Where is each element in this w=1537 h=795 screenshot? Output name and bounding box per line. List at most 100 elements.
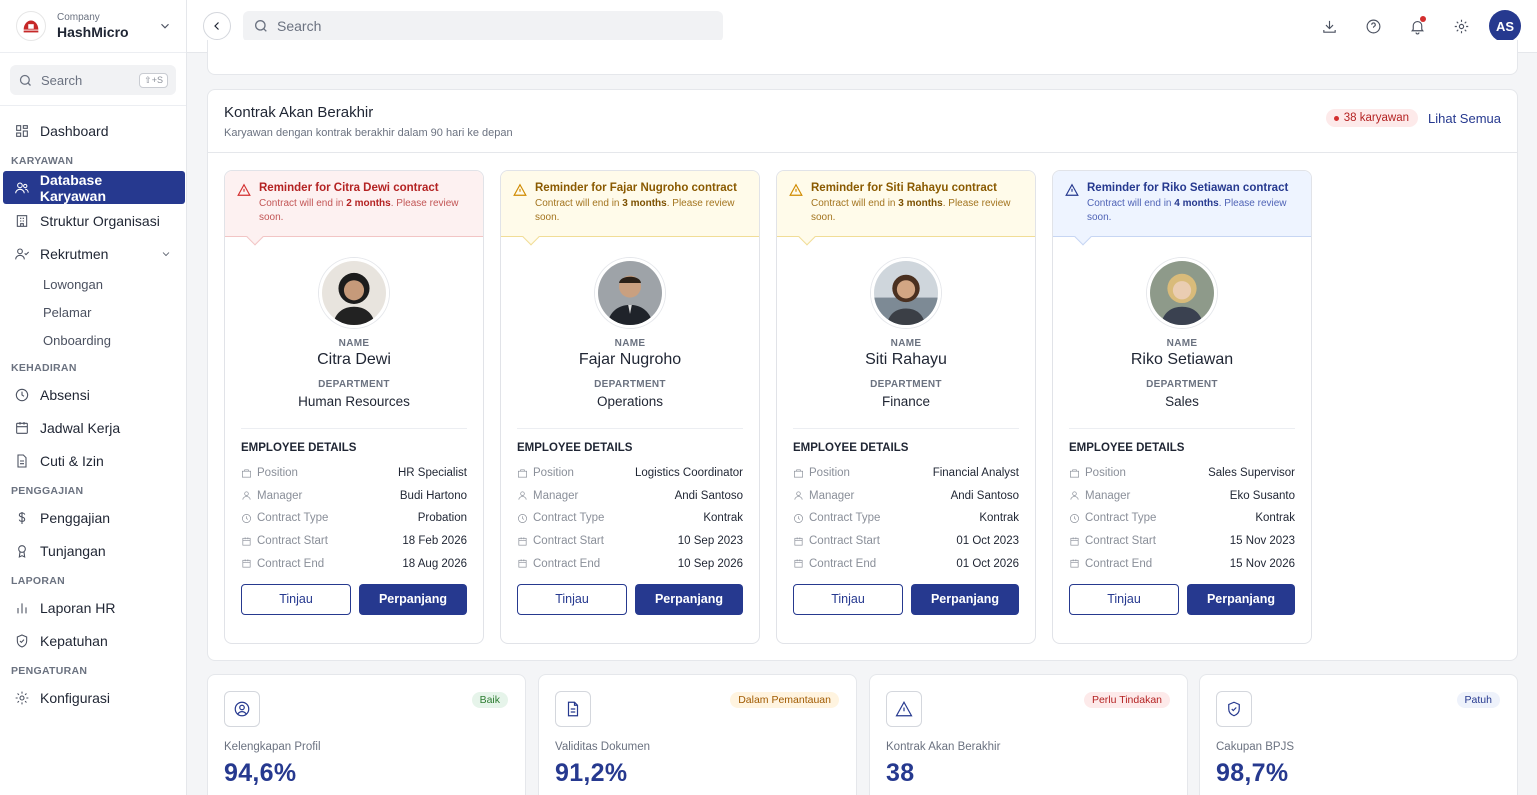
name-label: NAME: [890, 338, 922, 349]
sidebar-item-kepatuhan[interactable]: Kepatuhan: [0, 624, 186, 657]
user-avatar[interactable]: AS: [1489, 10, 1521, 42]
reminder-banner: Reminder for Riko Setiawan contract Cont…: [1053, 171, 1311, 246]
employee-name: Siti Rahayu: [865, 351, 947, 368]
manager-value: Andi Santoso: [674, 489, 743, 502]
divider: [0, 105, 186, 106]
sidebar-item-database-karyawan[interactable]: Database Karyawan: [3, 171, 185, 204]
sidebar-item-cuti-izin[interactable]: Cuti & Izin: [0, 444, 186, 477]
detail-row-manager: Manager Budi Hartono: [225, 485, 483, 508]
warning-icon: [895, 701, 913, 717]
manager-value: Budi Hartono: [399, 489, 467, 502]
section-kehadiran: KEHADIRAN: [11, 362, 77, 374]
sidebar-subitem-pelamar[interactable]: Pelamar: [0, 298, 186, 326]
sidebar-item-label: Struktur Organisasi: [40, 212, 160, 229]
see-all-link[interactable]: Lihat Semua: [1428, 111, 1501, 126]
contract-start-value: 01 Oct 2023: [956, 535, 1019, 548]
clock-icon: [518, 514, 527, 523]
sidebar-item-label: Cuti & Izin: [40, 452, 104, 469]
sidebar-item-konfigurasi[interactable]: Konfigurasi: [0, 681, 186, 714]
employee-department: Finance: [881, 394, 931, 409]
sidebar-subitem-lowongan[interactable]: Lowongan: [0, 270, 186, 298]
detail-row-contract-type: Contract Type Kontrak: [777, 507, 1035, 530]
reminder-period: 4 months: [1174, 198, 1219, 209]
sidebar-item-laporan-hr[interactable]: Laporan HR: [0, 591, 186, 624]
help-icon: [1366, 19, 1380, 33]
user-icon: [1070, 491, 1079, 501]
review-button[interactable]: Tinjau: [241, 583, 351, 615]
review-button[interactable]: Tinjau: [517, 583, 627, 615]
chevron-left-icon: [214, 22, 219, 30]
sidebar-item-label: Jadwal Kerja: [40, 419, 121, 436]
position-value: Sales Supervisor: [1208, 467, 1295, 480]
reminder-banner: Reminder for Citra Dewi contract Contrac…: [225, 171, 483, 246]
user-icon: [794, 491, 803, 501]
detail-row-position: Position Sales Supervisor: [1053, 462, 1311, 485]
sidebar-subitem-onboarding[interactable]: Onboarding: [0, 326, 186, 354]
panel-title: Kontrak Akan Berakhir: [224, 104, 374, 121]
details-header: EMPLOYEE DETAILS: [793, 442, 909, 454]
global-search-input[interactable]: Search: [243, 10, 723, 42]
gear-icon: [15, 691, 29, 704]
contract-start-value: 15 Nov 2023: [1229, 535, 1295, 548]
sidebar-item-struktur-organisasi[interactable]: Struktur Organisasi: [0, 204, 186, 237]
sidebar-item-tunjangan[interactable]: Tunjangan: [0, 534, 186, 567]
sidebar-item-dashboard[interactable]: Dashboard: [0, 114, 186, 147]
employee-card: Reminder for Riko Setiawan contract Cont…: [1052, 170, 1312, 644]
sidebar-item-absensi[interactable]: Absensi: [0, 378, 186, 411]
details-header: EMPLOYEE DETAILS: [1069, 442, 1185, 454]
contract-expiring-panel: Kontrak Akan Berakhir Karyawan dengan ko…: [207, 89, 1518, 661]
calendar-icon: [794, 559, 803, 568]
reminder-title: Reminder for Citra Dewi contract: [259, 182, 439, 194]
detail-row-contract-type: Contract Type Kontrak: [1053, 507, 1311, 530]
reminder-text: Contract will end in 3 months. Please re…: [535, 198, 735, 223]
reminder-title: Reminder for Riko Setiawan contract: [1087, 182, 1289, 194]
user-icon: [242, 491, 251, 501]
chevron-down-icon: [161, 23, 169, 29]
user-icon: [518, 491, 527, 501]
extend-button[interactable]: Perpanjang: [1187, 583, 1295, 615]
calendar-icon: [16, 421, 28, 434]
gear-icon: [1454, 19, 1468, 33]
company-switcher[interactable]: Company HashMicro: [0, 0, 186, 53]
sidebar-item-rekrutmen[interactable]: Rekrutmen: [0, 237, 186, 270]
back-button[interactable]: [203, 12, 231, 40]
search-icon: [19, 74, 31, 86]
sidebar-item-jadwal-kerja[interactable]: Jadwal Kerja: [0, 411, 186, 444]
clock-icon: [1070, 514, 1079, 523]
shield-check-icon: [16, 633, 28, 648]
sidebar-search-placeholder: Search: [41, 72, 83, 88]
manager-value: Eko Susanto: [1229, 489, 1295, 502]
extend-button[interactable]: Perpanjang: [635, 583, 743, 615]
employee-cards: Reminder for Citra Dewi contract Contrac…: [224, 170, 1312, 644]
calendar-icon: [1070, 536, 1079, 546]
sidebar-item-penggajian[interactable]: Penggajian: [0, 501, 186, 534]
stat-label: Kontrak Akan Berakhir: [886, 741, 1001, 753]
employee-card: Reminder for Citra Dewi contract Contrac…: [224, 170, 484, 644]
stat-card-documents: Dalam Pemantauan Validitas Dokumen 91,2%: [538, 674, 857, 795]
extend-button[interactable]: Perpanjang: [911, 583, 1019, 615]
bar-chart-icon: [17, 602, 27, 613]
extend-button[interactable]: Perpanjang: [359, 583, 467, 615]
reminder-text: Contract will end in 2 months. Please re…: [259, 198, 459, 223]
reminder-text: Contract will end in 4 months. Please re…: [1087, 198, 1287, 223]
avatar: [1147, 258, 1217, 328]
sidebar-search[interactable]: Search ⇧+S: [10, 65, 176, 95]
calendar-icon: [242, 559, 251, 568]
section-penggajian: PENGGAJIAN: [11, 485, 84, 497]
user-check-icon: [15, 247, 30, 259]
review-button[interactable]: Tinjau: [793, 583, 903, 615]
panel-header: Kontrak Akan Berakhir Karyawan dengan ko…: [208, 90, 1517, 153]
avatar: [871, 258, 941, 328]
status-badge: Patuh: [1456, 692, 1500, 708]
banner-pointer: [798, 228, 816, 246]
review-button[interactable]: Tinjau: [1069, 583, 1179, 615]
count-badge-text: 38 karyawan: [1343, 112, 1409, 124]
company-logo: [16, 11, 46, 41]
sidebar-item-label: Rekrutmen: [40, 245, 109, 262]
calendar-icon: [242, 536, 251, 546]
detail-row-contract-type: Contract Type Probation: [225, 507, 483, 530]
contract-start-value: 10 Sep 2023: [677, 535, 743, 548]
dashboard-icon: [16, 124, 28, 137]
name-label: NAME: [338, 338, 370, 349]
company-name: HashMicro: [57, 24, 129, 40]
